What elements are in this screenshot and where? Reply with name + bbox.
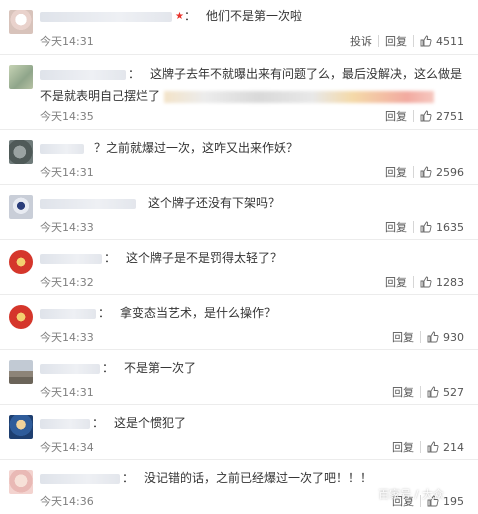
avatar[interactable] <box>9 360 33 384</box>
comment-time: 今天14:31 <box>40 166 94 179</box>
comment-time: 今天14:34 <box>40 441 94 454</box>
like-count: 195 <box>443 494 464 508</box>
like-button[interactable]: 4511 <box>414 35 464 48</box>
comment-text: ？之前就爆过一次，这咋又出来作妖？ <box>94 141 299 155</box>
comment-actions: 回复 2596 <box>379 164 464 180</box>
like-button[interactable]: 527 <box>421 386 464 399</box>
avatar[interactable] <box>9 195 33 219</box>
thumbs-up-icon <box>427 441 439 453</box>
comment-text: 没记错的话，之前已经爆过一次了吧！！！ <box>144 471 373 485</box>
comment-actions: 回复 214 <box>386 439 464 455</box>
like-count: 930 <box>443 330 464 344</box>
username[interactable] <box>40 308 96 319</box>
comment-actions: 回复 1635 <box>379 219 464 235</box>
like-count: 214 <box>443 440 464 454</box>
comment-text: 这个牌子是不是罚得太轻了？ <box>126 251 283 265</box>
comment-item: ★： 他们不是第一次啦 今天14:31 投诉 回复 4511 <box>0 0 478 55</box>
reply-button[interactable]: 回复 <box>386 329 420 345</box>
reply-button[interactable]: 回复 <box>379 33 413 49</box>
like-button[interactable]: 1635 <box>414 221 464 234</box>
comment-time: 今天14:33 <box>40 331 94 344</box>
watermark: 百家号 / 大众 <box>378 488 444 501</box>
comment-time: 今天14:31 <box>40 386 94 399</box>
comment-time: 今天14:35 <box>40 110 94 123</box>
username[interactable] <box>40 253 102 264</box>
avatar[interactable] <box>9 10 33 34</box>
comment-text: 不是第一次了 <box>124 361 197 375</box>
username[interactable] <box>40 198 136 209</box>
avatar[interactable] <box>9 140 33 164</box>
comment-item: ：这牌子去年不就曝出来有问题了么，最后没解决，这么做是不是就表明自己摆烂了 今天… <box>0 55 478 130</box>
reply-button[interactable]: 回复 <box>379 219 413 235</box>
thumbs-up-icon <box>420 35 432 47</box>
like-button[interactable]: 2596 <box>414 166 464 179</box>
avatar[interactable] <box>9 65 33 89</box>
like-button[interactable]: 1283 <box>414 276 464 289</box>
comment-actions: 回复 2751 <box>379 108 464 124</box>
comment-actions: 回复 1283 <box>379 274 464 290</box>
like-button[interactable]: 930 <box>421 331 464 344</box>
like-count: 527 <box>443 385 464 399</box>
avatar[interactable] <box>9 305 33 329</box>
thumbs-up-icon <box>420 221 432 233</box>
thumbs-up-icon <box>420 166 432 178</box>
reply-button[interactable]: 回复 <box>379 164 413 180</box>
comment-item: ：拿变态当艺术，是什么操作？ 今天14:33 回复 930 <box>0 295 478 350</box>
comment-actions: 回复 527 <box>386 384 464 400</box>
comment-actions: 回复 930 <box>386 329 464 345</box>
comment-text: 这是个惯犯了 <box>114 416 187 430</box>
comment-time: 今天14:33 <box>40 221 94 234</box>
like-count: 2751 <box>436 109 464 123</box>
avatar[interactable] <box>9 415 33 439</box>
comment-text: 他们不是第一次啦 <box>205 9 302 23</box>
report-button[interactable]: 投诉 <box>344 33 378 49</box>
comment-text: 这个牌子还没有下架吗？ <box>148 196 281 210</box>
comment-item: ：不是第一次了 今天14:31 回复 527 <box>0 350 478 405</box>
comment-item: ？之前就爆过一次，这咋又出来作妖？ 今天14:31 回复 2596 <box>0 130 478 185</box>
comment-item: ：没记错的话，之前已经爆过一次了吧！！！ 今天14:36 回复 195 百家号 … <box>0 460 478 514</box>
comment-list: ★： 他们不是第一次啦 今天14:31 投诉 回复 4511 ：这牌子去年不就曝出… <box>0 0 478 514</box>
comment-item: ：这个牌子是不是罚得太轻了？ 今天14:32 回复 1283 <box>0 240 478 295</box>
comment-time: 今天14:31 <box>40 35 94 48</box>
reply-button[interactable]: 回复 <box>379 108 413 124</box>
avatar[interactable] <box>9 250 33 274</box>
comment-actions: 投诉 回复 4511 <box>344 33 464 49</box>
username[interactable] <box>40 418 90 429</box>
username[interactable] <box>40 363 100 374</box>
like-count: 1283 <box>436 275 464 289</box>
reply-button[interactable]: 回复 <box>386 384 420 400</box>
username[interactable] <box>40 69 126 80</box>
avatar[interactable] <box>9 470 33 494</box>
like-count: 4511 <box>436 34 464 48</box>
vip-star-icon: ★ <box>175 11 184 22</box>
username[interactable] <box>40 473 120 484</box>
like-button[interactable]: 2751 <box>414 110 464 123</box>
like-button[interactable]: 214 <box>421 441 464 454</box>
thumbs-up-icon <box>420 110 432 122</box>
comment-item: 这个牌子还没有下架吗？ 今天14:33 回复 1635 <box>0 185 478 240</box>
thumbs-up-icon <box>420 276 432 288</box>
reply-button[interactable]: 回复 <box>386 439 420 455</box>
comment-time: 今天14:32 <box>40 276 94 289</box>
reply-button[interactable]: 回复 <box>379 274 413 290</box>
comment-item: ：这是个惯犯了 今天14:34 回复 214 <box>0 405 478 460</box>
comment-time: 今天14:36 <box>40 495 94 508</box>
username[interactable] <box>40 11 172 22</box>
like-count: 2596 <box>436 165 464 179</box>
comment-text: 拿变态当艺术，是什么操作？ <box>120 306 277 320</box>
thumbs-up-icon <box>427 386 439 398</box>
like-count: 1635 <box>436 220 464 234</box>
username[interactable] <box>40 143 84 154</box>
blurred-content <box>164 90 435 103</box>
thumbs-up-icon <box>427 331 439 343</box>
